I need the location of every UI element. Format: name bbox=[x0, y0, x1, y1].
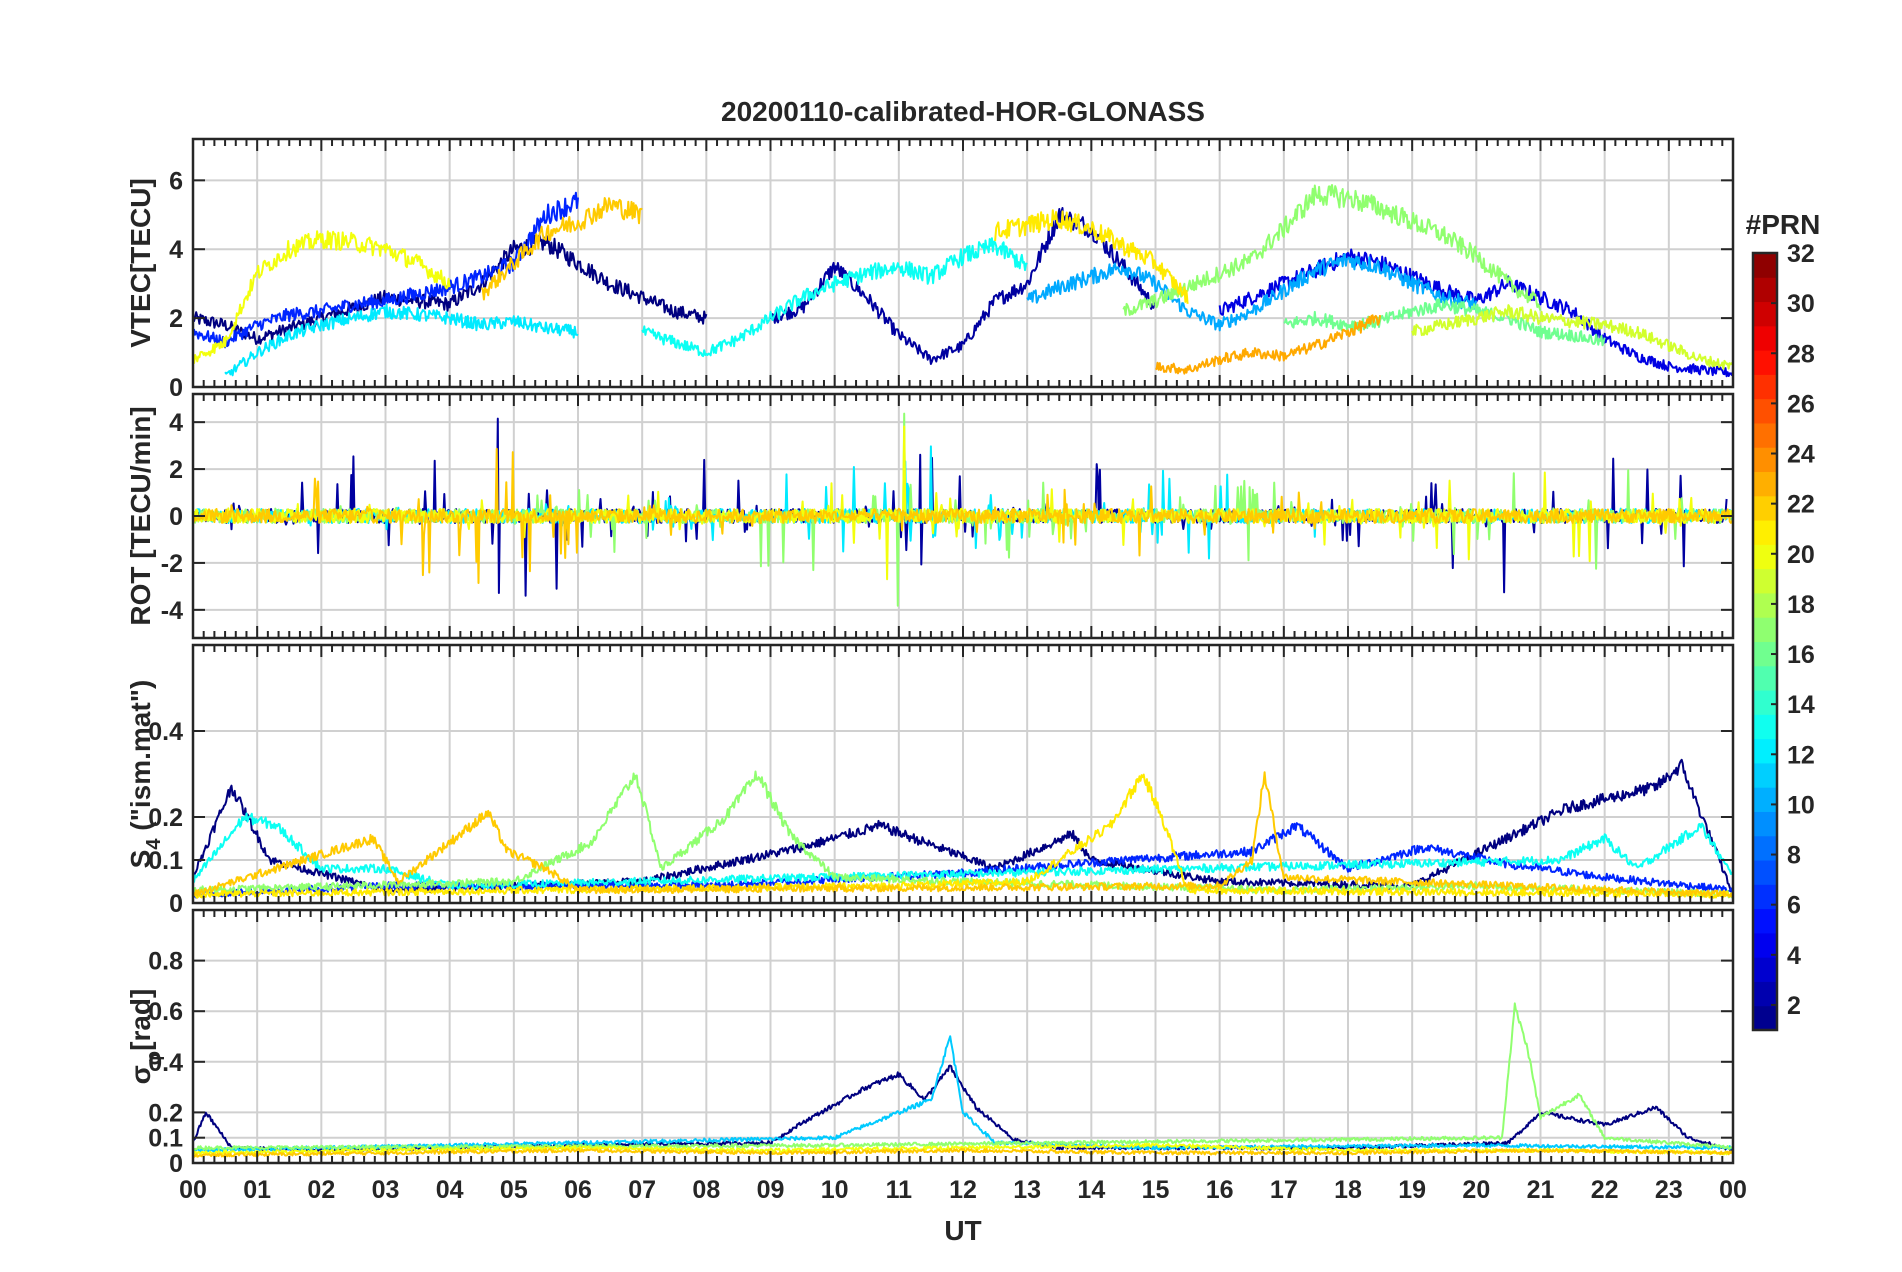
y-tick-label: 0 bbox=[169, 1150, 183, 1178]
colorbar-tick-label: 4 bbox=[1787, 942, 1801, 970]
x-tick-label: 22 bbox=[1591, 1176, 1619, 1204]
y-tick-label: 2 bbox=[169, 305, 183, 333]
colorbar-segment bbox=[1753, 253, 1777, 278]
colorbar-segment bbox=[1753, 422, 1777, 448]
panel-2: -4 -2 0 2 4 ROT [TECU/min] bbox=[125, 392, 1735, 640]
colorbar-segment bbox=[1753, 908, 1777, 934]
x-tick-label: 12 bbox=[949, 1176, 977, 1204]
x-tick-label: 00 bbox=[179, 1176, 207, 1204]
x-tick-label: 11 bbox=[886, 1176, 913, 1204]
colorbar-segment bbox=[1753, 714, 1777, 740]
y-tick-label: 4 bbox=[169, 409, 183, 437]
colorbar-segment bbox=[1753, 811, 1777, 837]
colorbar-segment bbox=[1753, 835, 1777, 861]
panel-4: 00.10.20.40.60.8σφ[rad] bbox=[125, 908, 1735, 1178]
colorbar-tick-label: 12 bbox=[1787, 741, 1815, 769]
x-tick-label: 23 bbox=[1655, 1176, 1683, 1204]
x-tick-label: 01 bbox=[243, 1176, 271, 1204]
colorbar-tick-label: 6 bbox=[1787, 892, 1801, 920]
colorbar-segment bbox=[1753, 762, 1777, 788]
x-tick-label: 03 bbox=[372, 1176, 400, 1204]
y-axis-label: ROT [TECU/min] bbox=[125, 406, 156, 625]
y-tick-label: 0 bbox=[169, 374, 183, 402]
colorbar-segment bbox=[1753, 544, 1777, 570]
x-tick-label: 08 bbox=[692, 1176, 720, 1204]
y-tick-label: 0 bbox=[169, 503, 183, 531]
x-axis-label: UT bbox=[944, 1215, 981, 1246]
x-tick-label: 13 bbox=[1013, 1176, 1041, 1204]
colorbar-tick-label: 24 bbox=[1787, 441, 1815, 469]
y-axis-label: VTEC[TECU] bbox=[125, 178, 156, 348]
x-tick-label: 07 bbox=[628, 1176, 656, 1204]
colorbar-tick-label: 32 bbox=[1787, 240, 1815, 268]
y-tick-label: 0 bbox=[169, 890, 183, 918]
colorbar-tick-label: 16 bbox=[1787, 641, 1815, 669]
x-tick-label: 02 bbox=[307, 1176, 335, 1204]
colorbar-segment bbox=[1753, 592, 1777, 618]
y-tick-label: 0.1 bbox=[148, 1125, 183, 1153]
x-tick-label: 14 bbox=[1077, 1176, 1105, 1204]
y-tick-label: 4 bbox=[169, 236, 183, 264]
y-tick-label: -2 bbox=[161, 550, 183, 578]
x-tick-label: 05 bbox=[500, 1176, 528, 1204]
y-tick-label: 2 bbox=[169, 456, 183, 484]
y-tick-label: 0.8 bbox=[148, 948, 183, 976]
colorbar-segment bbox=[1753, 1005, 1777, 1031]
x-tick-label: 18 bbox=[1334, 1176, 1362, 1204]
colorbar-segment bbox=[1753, 471, 1777, 497]
colorbar-segment bbox=[1753, 374, 1777, 400]
x-tick-label: 09 bbox=[757, 1176, 785, 1204]
colorbar-segment bbox=[1753, 520, 1777, 545]
colorbar-tick-label: 14 bbox=[1787, 691, 1815, 719]
x-tick-label: 15 bbox=[1142, 1176, 1170, 1204]
y-tick-label: -4 bbox=[161, 597, 183, 625]
colorbar-segment bbox=[1753, 981, 1777, 1007]
colorbar-segment bbox=[1753, 495, 1777, 521]
colorbar-segment bbox=[1753, 860, 1777, 885]
colorbar-tick-label: 28 bbox=[1787, 340, 1815, 368]
panel-3: 00.10.20.4S4 ("ism.mat") bbox=[125, 643, 1735, 918]
colorbar-segment bbox=[1753, 568, 1777, 594]
chart-title: 20200110-calibrated-HOR-GLONASS bbox=[721, 96, 1205, 127]
colorbar-title: #PRN bbox=[1746, 209, 1821, 240]
colorbar-segment bbox=[1753, 957, 1777, 982]
colorbar-tick-label: 10 bbox=[1787, 791, 1815, 819]
y-tick-label: 6 bbox=[169, 167, 183, 195]
x-tick-label: 20 bbox=[1462, 1176, 1490, 1204]
panel-1: 0 2 4 6 VTEC[TECU] bbox=[125, 137, 1735, 402]
colorbar-segment bbox=[1753, 325, 1777, 351]
x-tick-label: 21 bbox=[1527, 1176, 1555, 1204]
colorbar-tick-label: 22 bbox=[1787, 491, 1815, 519]
x-tick-label: 10 bbox=[821, 1176, 849, 1204]
y-tick-label: 0.2 bbox=[148, 1099, 183, 1127]
colorbar-segment bbox=[1753, 277, 1777, 303]
colorbar-segment bbox=[1753, 787, 1777, 812]
colorbar-tick-label: 26 bbox=[1787, 390, 1815, 418]
panels-group: 0246VTEC[TECU]-4-2024ROT [TECU/min]00.10… bbox=[125, 137, 1735, 1178]
x-tick-label: 04 bbox=[436, 1176, 464, 1204]
colorbar-segment bbox=[1753, 617, 1777, 642]
x-tick-label: 19 bbox=[1398, 1176, 1426, 1204]
colorbar-tick-label: 8 bbox=[1787, 842, 1801, 870]
colorbar-tick-label: 18 bbox=[1787, 591, 1815, 619]
colorbar-segment bbox=[1753, 690, 1777, 715]
colorbar-segment bbox=[1753, 301, 1777, 327]
colorbar-tick-label: 30 bbox=[1787, 290, 1815, 318]
figure: 20200110-calibrated-HOR-GLONASS 0246VTEC… bbox=[0, 0, 1902, 1272]
x-tick-label: 16 bbox=[1206, 1176, 1234, 1204]
x-tick-label: 17 bbox=[1270, 1176, 1298, 1204]
colorbar-segment bbox=[1753, 447, 1777, 473]
colorbar-segment bbox=[1753, 665, 1777, 691]
x-tick-label: 00 bbox=[1719, 1176, 1747, 1204]
colorbar-tick-label: 2 bbox=[1787, 992, 1801, 1020]
colorbar-tick-label: 20 bbox=[1787, 541, 1815, 569]
colorbar-segment bbox=[1753, 738, 1777, 764]
x-tick-label: 06 bbox=[564, 1176, 592, 1204]
